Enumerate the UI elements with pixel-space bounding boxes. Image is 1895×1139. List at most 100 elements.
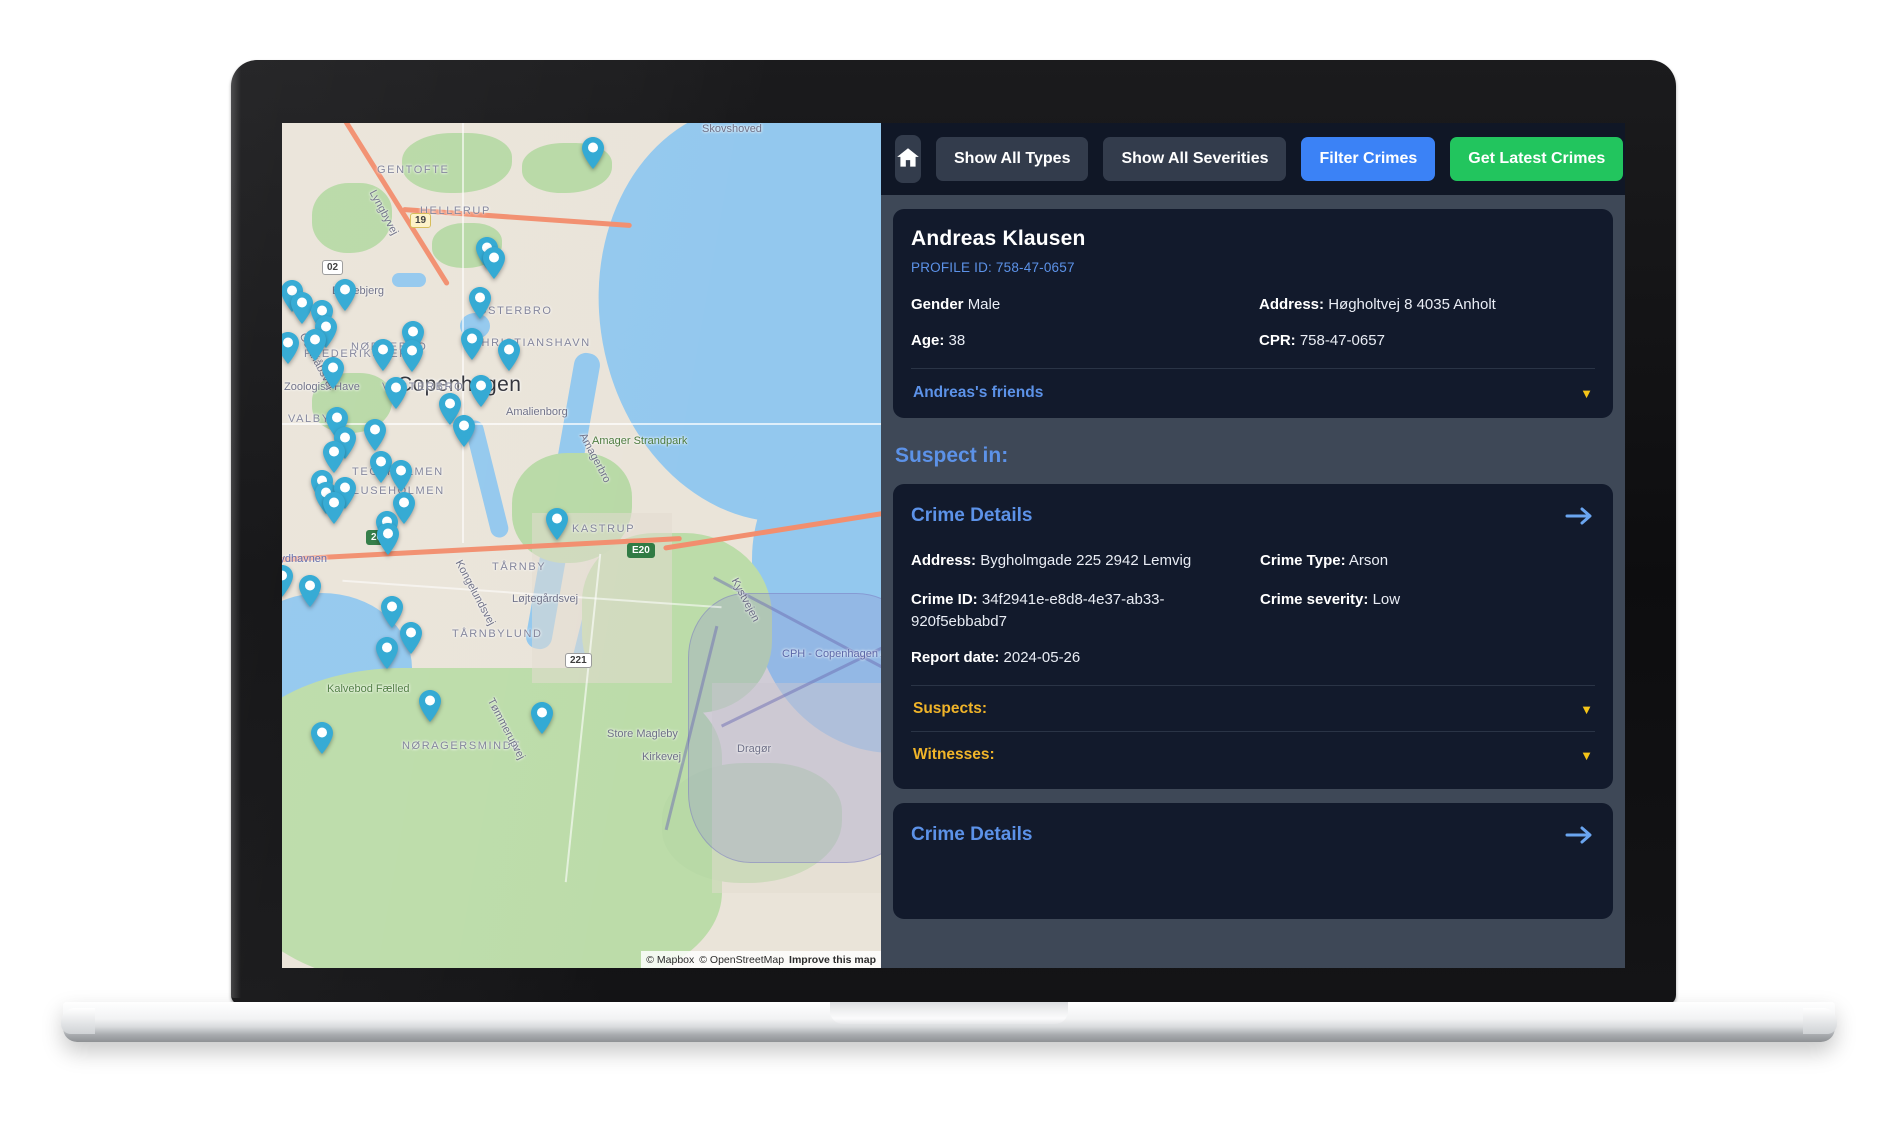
map-attribution[interactable]: © Mapbox © OpenStreetMap Improve this ma… xyxy=(641,951,881,968)
crime-severity-label: Crime severity: xyxy=(1260,590,1369,608)
witnesses-accordion[interactable]: Witnesses: ▼ xyxy=(911,732,1595,777)
gender-field: Gender Male xyxy=(911,296,1247,313)
suspects-accordion[interactable]: Suspects: ▼ xyxy=(911,686,1595,731)
crime-address-value: Bygholmgade 225 2942 Lemvig xyxy=(980,552,1192,569)
map-crime-pin[interactable] xyxy=(481,246,507,280)
map-route-shield: 19 xyxy=(410,213,432,228)
laptop-screen: SkovshovedGENTOFTEHELLERUPBispebjergNØRR… xyxy=(282,123,1625,968)
map-label: Amager Strandpark xyxy=(592,435,688,447)
map-label: CPH - Copenhagen Airport xyxy=(782,648,881,660)
map-lake-c xyxy=(392,273,426,287)
map-crime-pin[interactable] xyxy=(417,689,443,723)
witnesses-label: Witnesses: xyxy=(913,746,995,764)
home-icon xyxy=(895,145,921,174)
crime-address-label: Address: xyxy=(911,552,977,569)
home-button[interactable] xyxy=(895,135,921,183)
map-crime-pin[interactable] xyxy=(467,286,493,320)
show-all-types-button[interactable]: Show All Types xyxy=(936,137,1089,181)
screenshot-stage: SkovshovedGENTOFTEHELLERUPBispebjergNØRR… xyxy=(0,0,1895,1139)
address-field: Address: Høgholtvej 8 4035 Anholt xyxy=(1259,296,1595,313)
show-all-severities-button[interactable]: Show All Severities xyxy=(1103,137,1287,181)
map-label: Amalienborg xyxy=(506,406,568,418)
map-label: Kalvebod Fælled xyxy=(327,683,410,695)
map-crime-pin[interactable] xyxy=(529,701,555,735)
map-crime-pin[interactable] xyxy=(321,491,347,525)
profile-card: Andreas Klausen PROFILE ID: 758-47-0657 … xyxy=(893,209,1613,418)
crime-card-header: Crime Details xyxy=(911,504,1595,528)
crime-card-header: Crime Details xyxy=(911,823,1595,847)
map-label: Kirkevej xyxy=(642,751,682,763)
crime-id-field: Crime ID: 34f2941e-e8d8-4e37-ab33-920f5e… xyxy=(911,589,1246,633)
map-label: Løjtegårdsvej xyxy=(512,593,579,605)
filter-crimes-button[interactable]: Filter Crimes xyxy=(1301,137,1436,181)
map-label: KASTRUP xyxy=(572,523,636,535)
map-crime-pin[interactable] xyxy=(282,564,295,598)
map-crime-pin[interactable] xyxy=(399,339,425,373)
map-airport-area xyxy=(688,593,881,863)
crime-fields: Address: Bygholmgade 225 2942 Lemvig Cri… xyxy=(911,550,1595,632)
map-crime-pin[interactable] xyxy=(496,338,522,372)
cpr-value: 758-47-0657 xyxy=(1299,332,1385,349)
map-label: NØRAGERSMINDE xyxy=(402,740,522,752)
crime-map-app: SkovshovedGENTOFTEHELLERUPBispebjergNØRR… xyxy=(282,123,1625,968)
crime-type-label: Crime Type: xyxy=(1260,552,1346,569)
crime-open-button[interactable] xyxy=(1565,504,1595,528)
map-crime-pin[interactable] xyxy=(320,356,346,390)
friends-accordion[interactable]: Andreas's friends ▼ xyxy=(911,369,1595,404)
map-crime-pin[interactable] xyxy=(375,522,401,556)
map-crime-pin[interactable] xyxy=(544,507,570,541)
map-label: Skovshoved xyxy=(702,123,762,135)
map-pane[interactable]: SkovshovedGENTOFTEHELLERUPBispebjergNØRR… xyxy=(282,123,881,968)
gender-value: Male xyxy=(967,296,1001,313)
gender-label: Gender xyxy=(911,296,964,313)
crime-id-label: Crime ID: xyxy=(911,590,978,608)
laptop-base-left-edge xyxy=(61,1008,95,1034)
laptop-base-notch xyxy=(830,1002,1068,1024)
age-label: Age: xyxy=(911,332,945,349)
suspect-in-heading: Suspect in: xyxy=(895,444,1009,467)
improve-map-link[interactable]: Improve this map xyxy=(789,954,876,966)
map-crime-pin[interactable] xyxy=(362,418,388,452)
person-name: Andreas Klausen xyxy=(911,227,1086,250)
profile-fields: Gender Male Address: Høgholtvej 8 4035 A… xyxy=(911,296,1595,349)
map-crime-pin[interactable] xyxy=(309,721,335,755)
map-crime-pin[interactable] xyxy=(459,327,485,361)
get-latest-crimes-button[interactable]: Get Latest Crimes xyxy=(1450,137,1624,181)
map-crime-pin[interactable] xyxy=(332,278,358,312)
map-route-shield: 221 xyxy=(565,653,592,668)
map-crime-pin[interactable] xyxy=(451,414,477,448)
map-crime-pin[interactable] xyxy=(282,331,301,365)
map-label: TÅRNBY xyxy=(492,561,547,573)
map-crime-pin[interactable] xyxy=(297,574,323,608)
laptop-lid: SkovshovedGENTOFTEHELLERUPBispebjergNØRR… xyxy=(231,60,1676,1005)
cpr-label: CPR: xyxy=(1259,332,1296,349)
map-label: Dragør xyxy=(737,743,772,755)
map-label: CHRISTIANSHAVN xyxy=(472,337,591,349)
crime-severity-field: Crime severity: Low xyxy=(1260,589,1595,633)
map-crime-pin[interactable] xyxy=(398,621,424,655)
map-crime-pin[interactable] xyxy=(370,338,396,372)
crime-address-field: Address: Bygholmgade 225 2942 Lemvig xyxy=(911,550,1246,572)
crime-open-button[interactable] xyxy=(1565,823,1595,847)
crime-details-title: Crime Details xyxy=(911,824,1033,846)
map-crime-pin[interactable] xyxy=(580,136,606,170)
crime-report-date-field: Report date: 2024-05-26 xyxy=(911,649,1595,666)
chevron-down-icon: ▼ xyxy=(1580,385,1593,401)
chevron-down-icon: ▼ xyxy=(1580,747,1593,763)
map-crime-pin[interactable] xyxy=(388,459,414,493)
map-crime-pin[interactable] xyxy=(374,636,400,670)
map-canvas[interactable]: SkovshovedGENTOFTEHELLERUPBispebjergNØRR… xyxy=(282,123,881,968)
details-pane: Show All Types Show All Severities Filte… xyxy=(881,123,1625,968)
toolbar: Show All Types Show All Severities Filte… xyxy=(881,123,1625,195)
panel-body: Andreas Klausen PROFILE ID: 758-47-0657 … xyxy=(881,195,1625,920)
suspects-label: Suspects: xyxy=(913,700,988,718)
map-label: Store Magleby xyxy=(607,728,678,740)
map-crime-pin[interactable] xyxy=(468,374,494,408)
profile-id[interactable]: PROFILE ID: 758-47-0657 xyxy=(911,260,1595,275)
map-crime-pin[interactable] xyxy=(383,376,409,410)
mapbox-attribution[interactable]: © Mapbox xyxy=(646,954,694,966)
osm-attribution[interactable]: © OpenStreetMap xyxy=(699,954,784,966)
age-value: 38 xyxy=(948,332,966,349)
map-label: TÅRNBYLUND xyxy=(452,628,543,640)
age-field: Age: 38 xyxy=(911,332,1247,349)
